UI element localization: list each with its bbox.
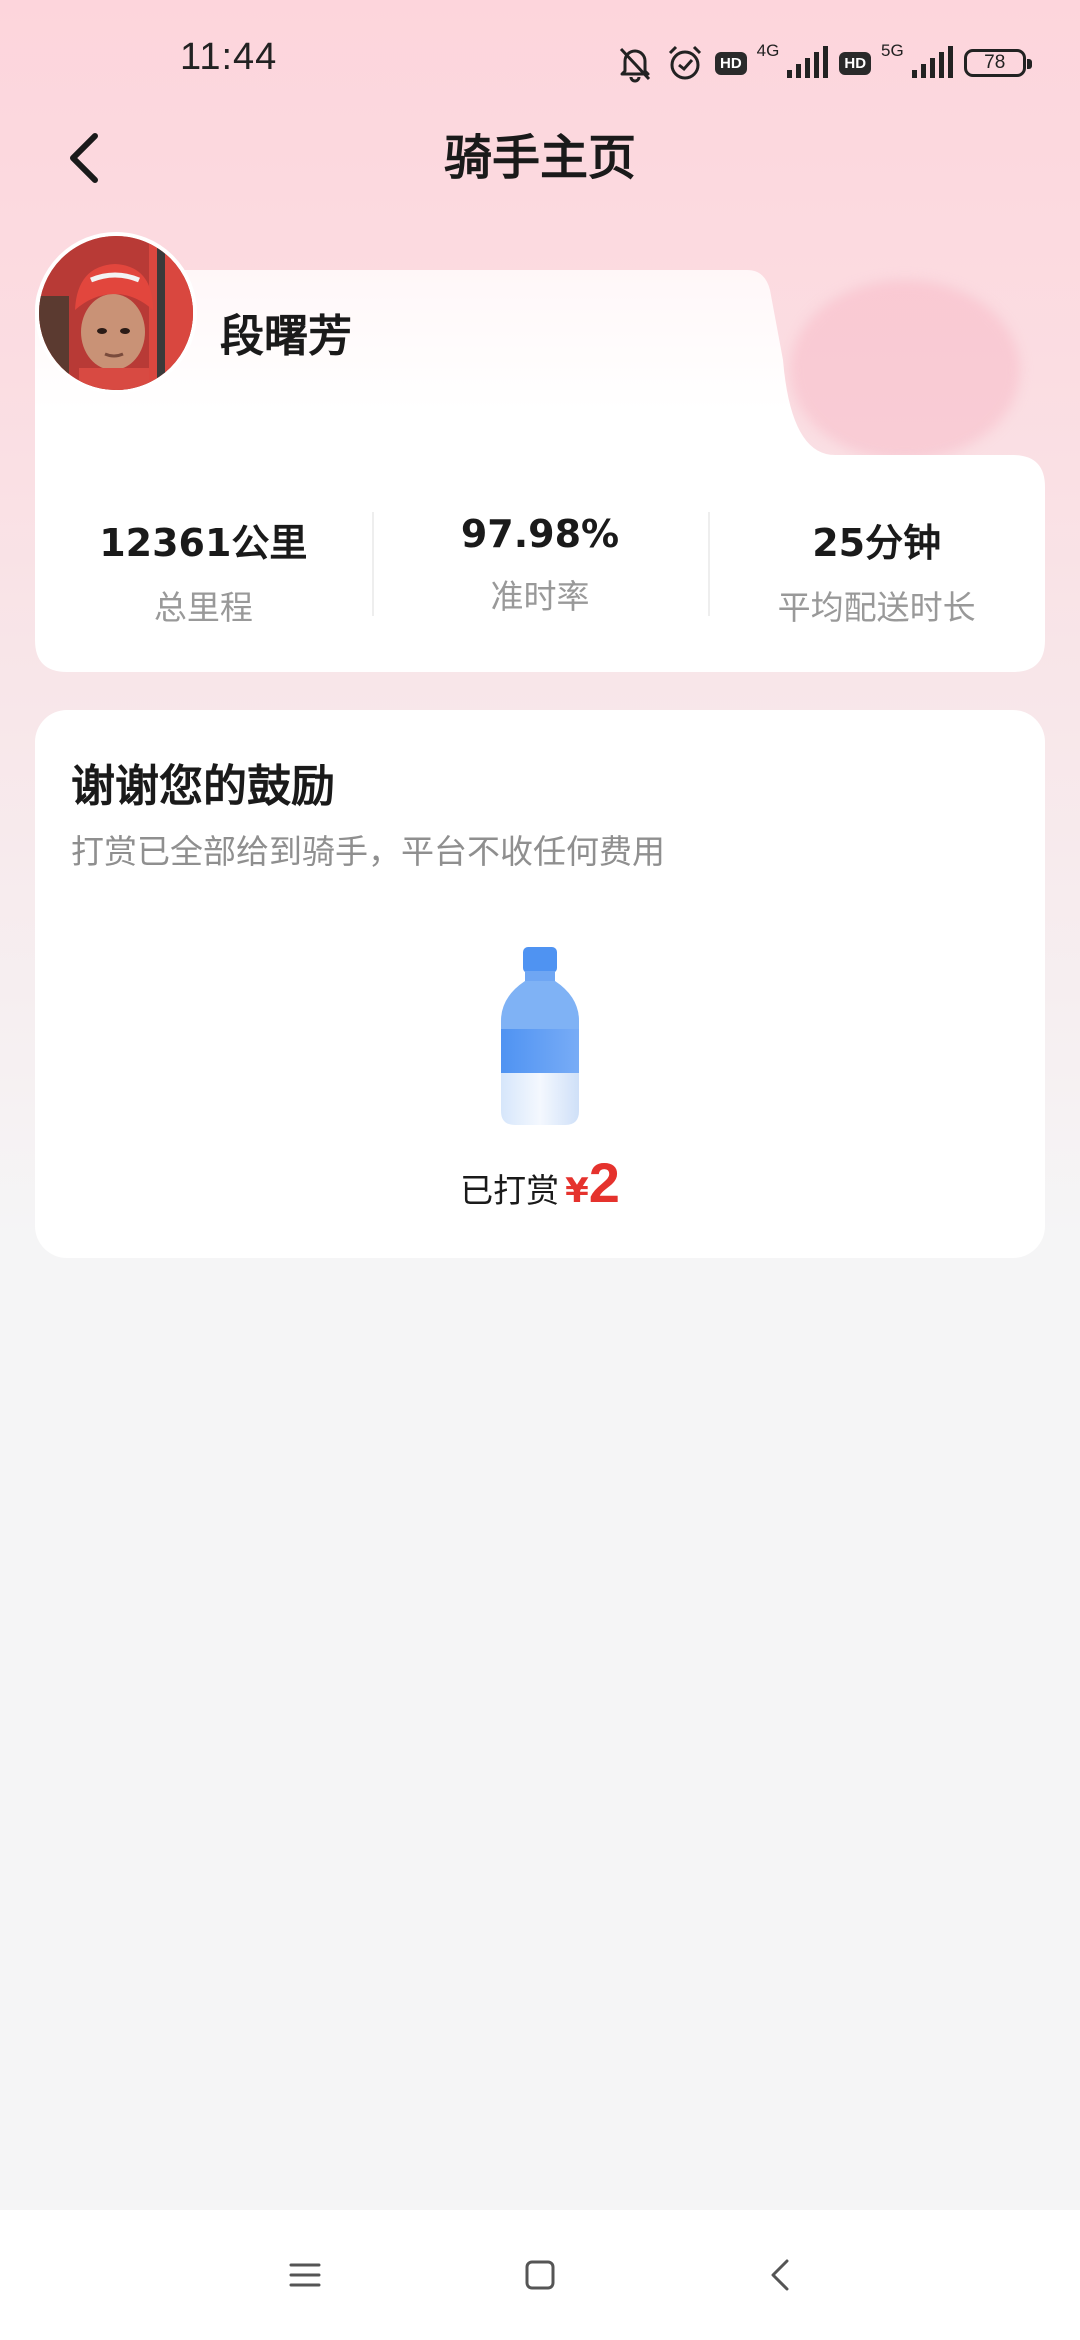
stat-on-time-rate: 97.98% 准时率 bbox=[371, 500, 709, 630]
back-nav-button[interactable] bbox=[750, 2250, 810, 2300]
signal-icon bbox=[785, 46, 829, 80]
stats-row: 12361公里 总里程 97.98% 准时率 25分钟 平均配送时长 bbox=[35, 500, 1045, 630]
avatar[interactable] bbox=[35, 232, 197, 394]
signal-icon bbox=[910, 46, 954, 80]
stat-average-delivery-time: 25分钟 平均配送时长 bbox=[708, 500, 1045, 630]
stat-value: 25分钟 bbox=[812, 521, 942, 565]
menu-icon bbox=[289, 2263, 321, 2287]
tipped-amount: 已打赏 ¥2 bbox=[35, 1150, 1045, 1215]
battery-icon: 78 bbox=[963, 49, 1032, 77]
stat-value: 12361公里 bbox=[99, 521, 308, 565]
alarm-icon bbox=[665, 43, 705, 83]
rider-avatar bbox=[39, 236, 193, 390]
tip-title: 谢谢您的鼓励 bbox=[71, 761, 335, 812]
home-icon bbox=[525, 2260, 555, 2290]
mute-icon bbox=[615, 43, 655, 83]
water-bottle-icon bbox=[501, 947, 579, 1125]
back-icon bbox=[771, 2259, 789, 2291]
menu-button[interactable] bbox=[275, 2250, 335, 2300]
stat-label: 总里程 bbox=[153, 588, 253, 627]
system-nav-bar bbox=[0, 2210, 1080, 2340]
status-time: 11:44 bbox=[180, 36, 278, 78]
stat-total-distance: 12361公里 总里程 bbox=[35, 500, 372, 630]
tipped-label: 已打赏 bbox=[460, 1171, 560, 1210]
stat-value: 97.98% bbox=[460, 512, 620, 556]
stat-label: 准时率 bbox=[490, 577, 590, 616]
stat-label: 平均配送时长 bbox=[777, 588, 976, 627]
status-bar: 11:44 HD 4G HD 5G 78 bbox=[0, 0, 1080, 125]
network-type-4g: 4G bbox=[756, 41, 780, 60]
home-button[interactable] bbox=[510, 2250, 570, 2300]
network-type-5g: 5G bbox=[881, 41, 904, 60]
currency-symbol: ¥ bbox=[565, 1171, 589, 1211]
page-title: 骑手主页 bbox=[443, 130, 636, 186]
hd-badge: HD bbox=[839, 51, 872, 75]
hd-badge: HD bbox=[715, 51, 747, 75]
rider-name: 段曙芳 bbox=[220, 311, 352, 362]
tip-amount: 2 bbox=[588, 1151, 620, 1214]
tip-card: 谢谢您的鼓励 打赏已全部给到骑手，平台不收任何费用 已打赏 ¥2 bbox=[35, 710, 1045, 1258]
tip-subtitle: 打赏已全部给到骑手，平台不收任何费用 bbox=[71, 832, 665, 871]
status-icons: HD 4G HD 5G 78 bbox=[615, 38, 1032, 88]
